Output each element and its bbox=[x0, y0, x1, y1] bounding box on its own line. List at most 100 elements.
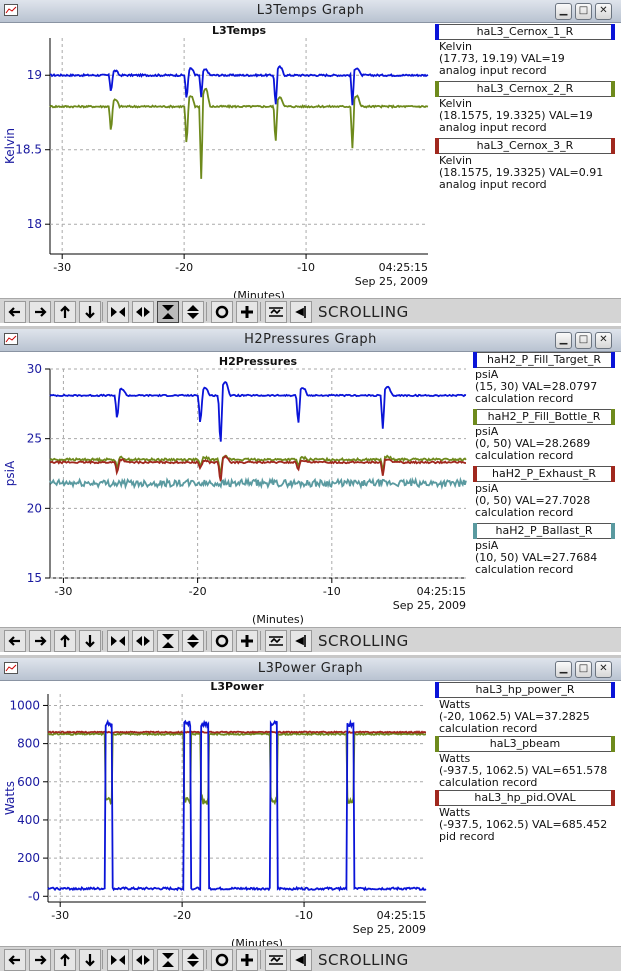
arrow-left-button[interactable] bbox=[4, 630, 26, 652]
scroll-button[interactable] bbox=[290, 949, 312, 971]
arrow-left-button[interactable] bbox=[4, 301, 26, 323]
series-line-haH2_P_Fill_Target_R bbox=[49, 381, 467, 442]
scroll-icon bbox=[295, 635, 306, 647]
x-tick-label: -20 bbox=[175, 261, 193, 274]
legend-item-2[interactable]: haL3_Cernox_3_R bbox=[435, 138, 615, 154]
graph-toolbar: SCROLLING bbox=[0, 946, 621, 971]
legend-item-1[interactable]: haH2_P_Fill_Bottle_R bbox=[473, 409, 615, 425]
scale-button[interactable] bbox=[265, 630, 287, 652]
toolbar-separator bbox=[260, 950, 261, 969]
scale-icon bbox=[269, 307, 283, 317]
zoom-in-y-button[interactable] bbox=[157, 301, 179, 323]
legend-record: analog input record bbox=[439, 64, 547, 77]
y-tick-label: 1000 bbox=[9, 698, 40, 712]
legend-item-2[interactable]: haL3_hp_pid.OVAL bbox=[435, 790, 615, 806]
legend-item-0[interactable]: haL3_hp_power_R bbox=[435, 682, 615, 698]
zoom-in-x-button[interactable] bbox=[107, 630, 129, 652]
legend-item-0[interactable]: haL3_Cernox_1_R bbox=[435, 24, 615, 40]
arrow-right-button[interactable] bbox=[29, 949, 51, 971]
zoom-plus-icon bbox=[241, 954, 253, 966]
zoom-out-x-button[interactable] bbox=[132, 630, 154, 652]
x-axis-label: (Minutes) bbox=[233, 289, 285, 298]
maximize-button[interactable]: □ bbox=[575, 332, 592, 349]
arrow-down-icon bbox=[85, 954, 95, 967]
zoom-out-x-button[interactable] bbox=[132, 301, 154, 323]
arrow-up-button[interactable] bbox=[54, 301, 76, 323]
series-line-haL3_hp_power_R bbox=[47, 719, 427, 892]
y-tick-label: 18 bbox=[27, 217, 42, 231]
zoom-plus-button[interactable] bbox=[236, 949, 258, 971]
plot-area: L3Temps 19 18.5 18 -30 -20 -10 04:25:15 Sep 25, … bbox=[0, 22, 430, 302]
x-tick-label: -10 bbox=[323, 585, 341, 598]
title-bar[interactable]: H2Pressures Graph ▁ □ ✕ bbox=[0, 329, 621, 352]
graph-toolbar: SCROLLING bbox=[0, 627, 621, 652]
arrow-down-button[interactable] bbox=[79, 301, 101, 323]
zoom-in-y-button[interactable] bbox=[157, 949, 179, 971]
arrow-up-button[interactable] bbox=[54, 949, 76, 971]
legend: haL3_Cernox_1_R Kelvin (17.73, 19.19) VA… bbox=[433, 22, 621, 298]
legend-item-1[interactable]: haL3_pbeam bbox=[435, 736, 615, 752]
title-bar[interactable]: L3Power Graph ▁ □ ✕ bbox=[0, 658, 621, 681]
zoom-out-x-button[interactable] bbox=[132, 949, 154, 971]
zoom-out-y-button[interactable] bbox=[182, 630, 204, 652]
y-tick-label: 25 bbox=[27, 432, 42, 446]
scrolling-label: SCROLLING bbox=[318, 632, 409, 650]
arrow-down-button[interactable] bbox=[79, 949, 101, 971]
legend-record: calculation record bbox=[475, 392, 574, 405]
zoom-out-y-icon bbox=[187, 634, 199, 648]
arrow-left-icon bbox=[8, 955, 20, 965]
scale-button[interactable] bbox=[265, 949, 287, 971]
time-label: 04:25:15 bbox=[417, 585, 466, 598]
legend-item-0[interactable]: haH2_P_Fill_Target_R bbox=[473, 352, 615, 368]
zoom-plus-button[interactable] bbox=[236, 301, 258, 323]
close-button[interactable]: ✕ bbox=[595, 332, 612, 349]
maximize-button[interactable]: □ bbox=[575, 3, 592, 20]
close-button[interactable]: ✕ bbox=[595, 3, 612, 20]
minimize-button[interactable]: ▁ bbox=[555, 3, 572, 20]
scroll-button[interactable] bbox=[290, 301, 312, 323]
zoom-reset-button[interactable] bbox=[211, 630, 233, 652]
scrolling-label: SCROLLING bbox=[318, 951, 409, 969]
time-label: 04:25:15 bbox=[377, 909, 426, 922]
series-line-haH2_P_Fill_Bottle_R bbox=[49, 454, 467, 477]
zoom-in-y-button[interactable] bbox=[157, 630, 179, 652]
zoom-in-y-icon bbox=[162, 953, 174, 967]
zoom-plus-button[interactable] bbox=[236, 630, 258, 652]
window-title: H2Pressures Graph bbox=[244, 332, 377, 347]
time-label: 04:25:15 bbox=[379, 261, 428, 274]
zoom-out-y-button[interactable] bbox=[182, 949, 204, 971]
h2pressures-window: H2Pressures Graph ▁ □ ✕ H2Pressures 30 25 2… bbox=[0, 329, 621, 655]
y-tick-label: 600 bbox=[17, 775, 40, 789]
minimize-button[interactable]: ▁ bbox=[555, 332, 572, 349]
legend-record: pid record bbox=[439, 830, 495, 843]
date-label: Sep 25, 2009 bbox=[393, 599, 466, 612]
series-line-haH2_P_Ballast_R bbox=[49, 476, 467, 490]
scale-button[interactable] bbox=[265, 301, 287, 323]
close-button[interactable]: ✕ bbox=[595, 661, 612, 678]
zoom-out-x-icon bbox=[136, 307, 150, 317]
maximize-button[interactable]: □ bbox=[575, 661, 592, 678]
arrow-right-button[interactable] bbox=[29, 301, 51, 323]
zoom-in-x-icon bbox=[111, 307, 125, 317]
y-axis-label: Watts bbox=[3, 781, 17, 815]
legend-item-3[interactable]: haH2_P_Ballast_R bbox=[473, 523, 615, 539]
arrow-down-button[interactable] bbox=[79, 630, 101, 652]
zoom-reset-button[interactable] bbox=[211, 301, 233, 323]
zoom-out-y-button[interactable] bbox=[182, 301, 204, 323]
legend-label: haL3_pbeam bbox=[489, 737, 561, 750]
legend-label: haL3_Cernox_3_R bbox=[476, 139, 574, 152]
window-title: L3Temps Graph bbox=[256, 3, 365, 18]
minimize-button[interactable]: ▁ bbox=[555, 661, 572, 678]
arrow-up-button[interactable] bbox=[54, 630, 76, 652]
arrow-left-button[interactable] bbox=[4, 949, 26, 971]
zoom-in-x-button[interactable] bbox=[107, 301, 129, 323]
legend-item-1[interactable]: haL3_Cernox_2_R bbox=[435, 81, 615, 97]
y-axis-label: psiA bbox=[3, 460, 17, 486]
zoom-reset-button[interactable] bbox=[211, 949, 233, 971]
zoom-in-x-button[interactable] bbox=[107, 949, 129, 971]
legend-item-2[interactable]: haH2_P_Exhaust_R bbox=[473, 466, 615, 482]
toolbar-separator bbox=[260, 302, 261, 321]
scroll-button[interactable] bbox=[290, 630, 312, 652]
title-bar[interactable]: L3Temps Graph ▁ □ ✕ bbox=[0, 0, 621, 23]
arrow-right-button[interactable] bbox=[29, 630, 51, 652]
